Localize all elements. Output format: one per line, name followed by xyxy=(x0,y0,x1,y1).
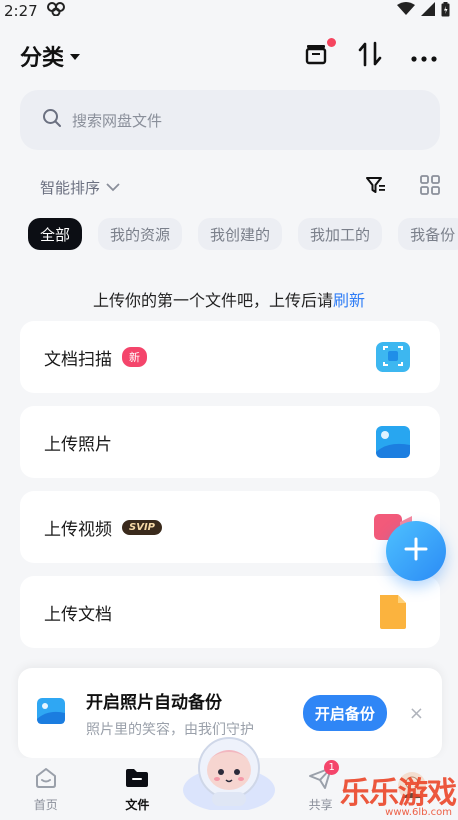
refresh-link[interactable]: 刷新 xyxy=(333,291,365,310)
document-icon xyxy=(374,593,412,631)
upload-video-card[interactable]: 上传视频 SVIP xyxy=(20,491,440,563)
card-label: 上传照片 xyxy=(44,434,112,455)
chip-all[interactable]: 全部 xyxy=(28,218,83,250)
battery-icon xyxy=(441,1,450,21)
search-bar[interactable]: 搜索网盘文件 xyxy=(20,90,440,150)
sort-row: 智能排序 xyxy=(40,175,440,199)
backup-title: 开启照片自动备份 xyxy=(86,692,222,713)
notification-dot xyxy=(327,38,336,47)
box-icon xyxy=(304,42,328,70)
category-switcher[interactable]: 分类 xyxy=(20,40,81,72)
status-bar: 2:27 xyxy=(0,0,458,22)
svip-badge: SVIP xyxy=(122,519,162,535)
card-label: 上传视频 xyxy=(44,519,112,540)
more-button[interactable] xyxy=(410,42,438,70)
card-label: 上传文档 xyxy=(44,604,112,625)
grid-view-icon[interactable] xyxy=(420,175,440,199)
tab-label: 文件 xyxy=(125,797,150,812)
caret-down-icon xyxy=(70,54,81,60)
chip-my-resources[interactable]: 我的资源 xyxy=(98,218,183,250)
watermark-logo: 乐乐游戏 www.6lb.com xyxy=(340,768,458,818)
filter-icon[interactable] xyxy=(366,176,386,198)
watermark-url: www.6lb.com xyxy=(385,807,452,818)
share-badge: 1 xyxy=(324,760,340,775)
photo-icon xyxy=(374,423,412,461)
photo-backup-icon xyxy=(36,697,66,729)
header: 分类 xyxy=(0,34,458,78)
close-icon[interactable]: × xyxy=(409,703,424,724)
tab-label: 首页 xyxy=(33,797,58,812)
filter-chips: 全部 我的资源 我创建的 我加工的 我备份 xyxy=(28,218,458,250)
upload-document-card[interactable]: 上传文档 xyxy=(20,576,440,648)
search-icon xyxy=(42,108,62,132)
signal-icon xyxy=(421,2,435,20)
upload-photo-card[interactable]: 上传照片 xyxy=(20,406,440,478)
tab-files[interactable]: 文件 xyxy=(92,758,184,820)
more-dots-icon xyxy=(411,47,437,66)
scan-document-card[interactable]: 文档扫描 新 xyxy=(20,321,440,393)
sort-label: 智能排序 xyxy=(40,178,101,197)
tab-label: 共享 xyxy=(308,797,333,812)
chevron-down-icon xyxy=(106,178,120,196)
mascot-button[interactable] xyxy=(182,730,276,812)
chip-processed-by-me[interactable]: 我加工的 xyxy=(298,218,383,250)
status-time: 2:27 xyxy=(4,2,38,20)
search-placeholder: 搜索网盘文件 xyxy=(72,111,163,130)
page-title: 分类 xyxy=(20,46,65,71)
card-label: 文档扫描 xyxy=(44,349,112,370)
transfer-box-button[interactable] xyxy=(302,38,336,70)
up-down-arrows-icon xyxy=(358,41,382,71)
empty-prompt: 上传你的第一个文件吧，上传后请刷新 xyxy=(0,287,458,311)
tab-home[interactable]: 首页 xyxy=(0,758,92,820)
plus-icon xyxy=(404,537,428,565)
link-icon xyxy=(46,2,66,20)
watermark-text: 乐乐游戏 xyxy=(340,776,457,811)
sort-transfer-button[interactable] xyxy=(356,41,384,71)
prompt-text: 上传你的第一个文件吧，上传后请 xyxy=(92,291,333,310)
folder-icon xyxy=(124,766,150,793)
new-badge: 新 xyxy=(122,347,147,367)
sort-dropdown[interactable]: 智能排序 xyxy=(40,177,120,198)
chip-backed-up[interactable]: 我备份 xyxy=(398,218,458,250)
home-icon xyxy=(34,766,58,793)
wifi-icon xyxy=(397,2,415,20)
add-button[interactable] xyxy=(386,521,446,581)
enable-backup-button[interactable]: 开启备份 xyxy=(302,695,387,731)
chip-created-by-me[interactable]: 我创建的 xyxy=(198,218,283,250)
scan-icon xyxy=(374,338,412,376)
